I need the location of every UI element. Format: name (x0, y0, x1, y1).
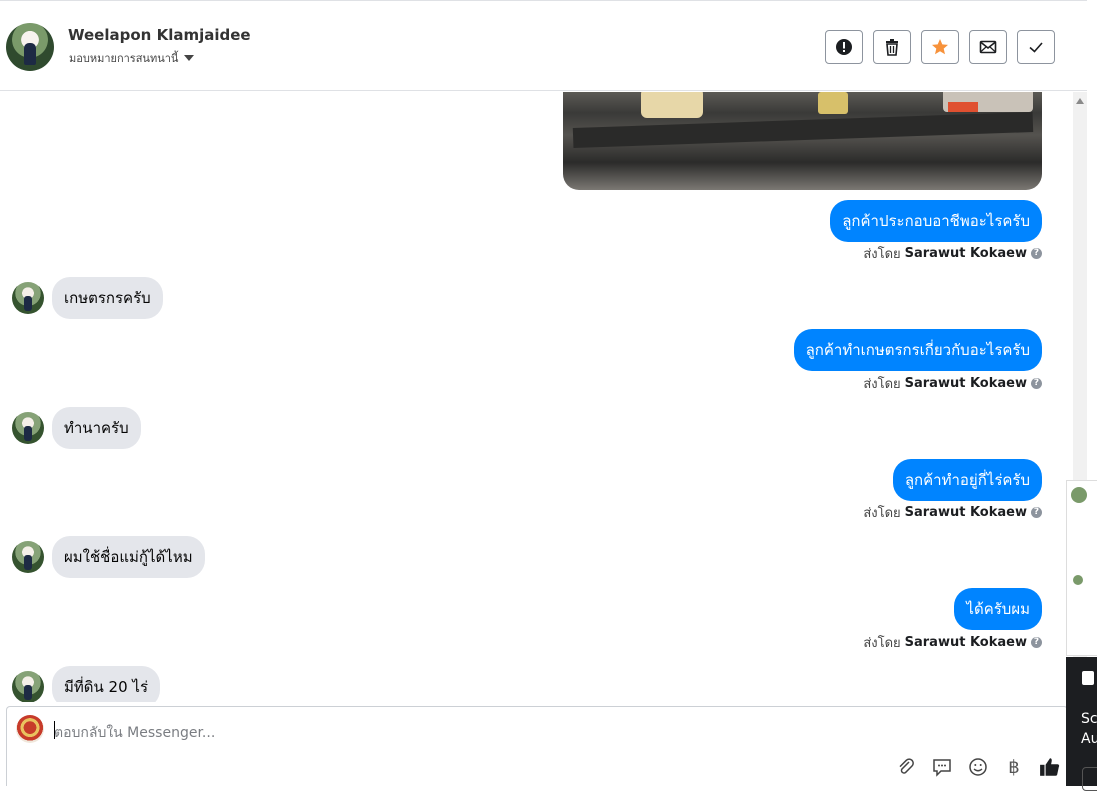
chat-popup-fragment[interactable] (1066, 480, 1097, 656)
outgoing-message[interactable]: ลูกค้าทำอยู่กี่ไร่ครับ (892, 459, 1042, 501)
toast-line-1: Sc (1081, 711, 1097, 727)
help-icon[interactable]: ? (1031, 248, 1042, 259)
message-thread[interactable]: ลูกค้าประกอบอาชีพอะไรครับ ส่งโดย Sarawut… (0, 92, 1070, 702)
composer-tools: ฿ (895, 756, 1061, 778)
incoming-message[interactable]: ทำนาครับ (52, 407, 141, 449)
delete-button[interactable] (873, 30, 911, 64)
outgoing-message[interactable]: ลูกค้าทำเกษตรกรเกี่ยวกับอะไรครับ (793, 329, 1042, 371)
spam-icon (836, 39, 852, 55)
contact-avatar[interactable] (6, 23, 54, 71)
help-icon[interactable]: ? (1031, 507, 1042, 518)
shared-photo-engine[interactable] (563, 92, 1042, 190)
sender-name: Sarawut Kokaew (904, 376, 1027, 391)
help-icon[interactable]: ? (1031, 637, 1042, 648)
reply-composer: ตอบกลับใน Messenger... ฿ (6, 706, 1068, 786)
outgoing-message[interactable]: ได้ครับผม (954, 588, 1042, 630)
toast-button[interactable] (1082, 767, 1097, 791)
caret-down-icon (184, 55, 195, 61)
contact-name[interactable]: Weelapon Klamjaidee (68, 26, 251, 44)
incoming-message-row: ผมใช้ชื่อแม่กู้ได้ไหม (12, 536, 205, 578)
incoming-message-row: มีที่ดิน 20 ไร่ (12, 666, 160, 702)
sender-name: Sarawut Kokaew (904, 246, 1027, 261)
contact-avatar-small[interactable] (12, 671, 44, 702)
sent-by-label: ส่งโดย Sarawut Kokaew ? (863, 373, 1042, 394)
sent-prefix: ส่งโดย (863, 377, 901, 392)
outgoing-message[interactable]: ลูกค้าประกอบอาชีพอะไรครับ (830, 200, 1042, 242)
incoming-message-row: ทำนาครับ (12, 407, 141, 449)
notification-toast-fragment[interactable]: Sc Au (1066, 657, 1097, 791)
popup-avatar (1071, 487, 1087, 503)
sent-prefix: ส่งโดย (863, 247, 901, 262)
popup-avatar-small (1073, 575, 1083, 585)
sender-name: Sarawut Kokaew (904, 635, 1027, 650)
contact-avatar-small[interactable] (12, 282, 44, 314)
assign-label: มอบหมายการสนทนานี้ (69, 52, 179, 65)
paperclip-icon[interactable] (895, 756, 917, 778)
check-icon (1029, 42, 1043, 53)
toast-line-2: Au (1081, 731, 1097, 747)
sent-by-label: ส่งโดย Sarawut Kokaew ? (863, 632, 1042, 653)
incoming-message[interactable]: ผมใช้ชื่อแม่กู้ได้ไหม (52, 536, 205, 578)
assign-conversation-dropdown[interactable]: มอบหมายการสนทนานี้ (69, 49, 195, 67)
like-icon[interactable] (1039, 756, 1061, 778)
reply-input[interactable]: ตอบกลับใน Messenger... (54, 722, 215, 744)
incoming-message[interactable]: มีที่ดิน 20 ไร่ (52, 666, 160, 702)
incoming-message-row: เกษตรกรครับ (12, 277, 163, 319)
page-avatar (16, 715, 44, 743)
star-icon (932, 39, 948, 55)
conversation-header: Weelapon Klamjaidee มอบหมายการสนทนานี้ (0, 0, 1087, 91)
emoji-icon[interactable] (967, 756, 989, 778)
sent-prefix: ส่งโดย (863, 506, 901, 521)
help-icon[interactable]: ? (1031, 378, 1042, 389)
saved-reply-icon[interactable] (931, 756, 953, 778)
scroll-up-arrow-icon[interactable] (1076, 98, 1084, 104)
contact-avatar-small[interactable] (12, 541, 44, 573)
sent-by-label: ส่งโดย Sarawut Kokaew ? (863, 243, 1042, 264)
header-actions (825, 30, 1055, 64)
mail-icon (979, 40, 997, 54)
star-button[interactable] (921, 30, 959, 64)
sent-by-label: ส่งโดย Sarawut Kokaew ? (863, 502, 1042, 523)
text-cursor (54, 721, 55, 739)
mark-done-button[interactable] (1017, 30, 1055, 64)
baht-icon[interactable]: ฿ (1003, 756, 1025, 778)
mark-unread-button[interactable] (969, 30, 1007, 64)
trash-icon (886, 39, 898, 56)
contact-avatar-small[interactable] (12, 412, 44, 444)
toast-text: Sc Au (1081, 709, 1097, 749)
app-icon (1082, 671, 1094, 685)
sender-name: Sarawut Kokaew (904, 505, 1027, 520)
spam-button[interactable] (825, 30, 863, 64)
incoming-message[interactable]: เกษตรกรครับ (52, 277, 163, 319)
sent-prefix: ส่งโดย (863, 636, 901, 651)
